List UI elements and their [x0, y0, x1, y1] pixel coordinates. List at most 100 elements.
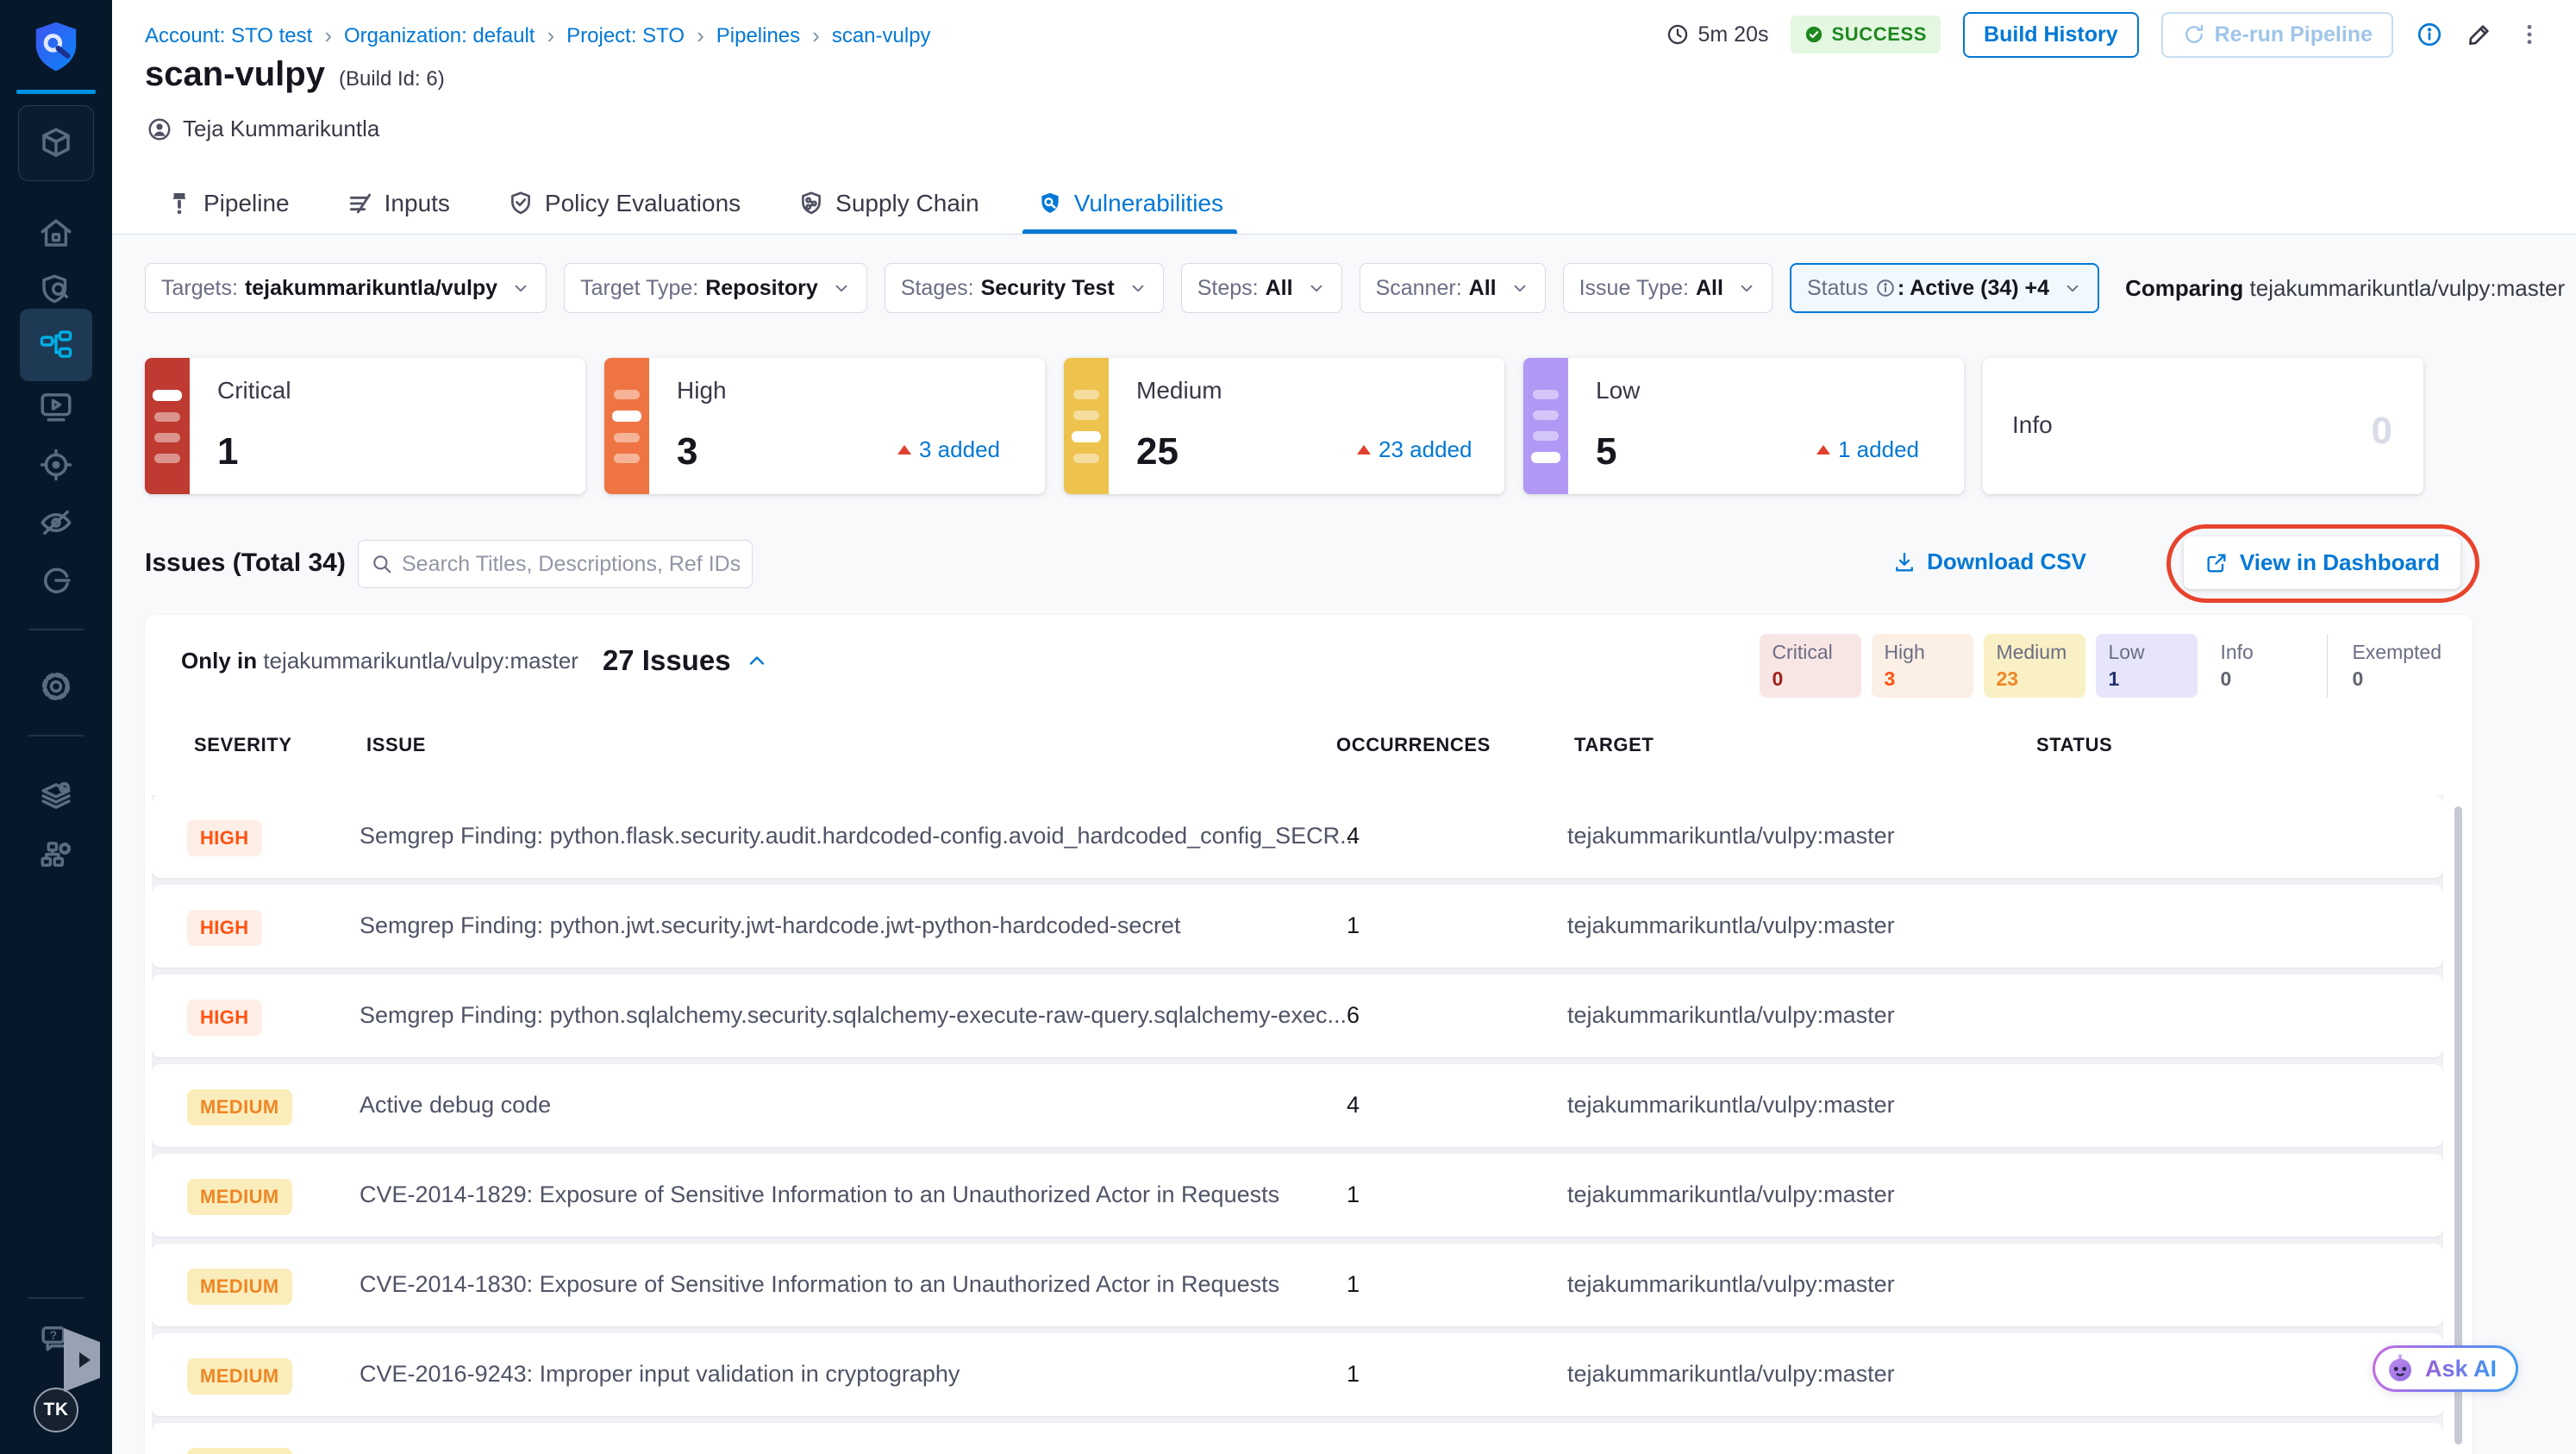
- group-count: 27 Issues: [602, 644, 731, 676]
- tab-icon: [797, 190, 825, 217]
- issues-toolbar: Issues (Total 34) Download CSV View in D…: [145, 524, 2543, 603]
- filter-target-type[interactable]: Target Type: Repository: [564, 263, 867, 313]
- severity-level-icon: [1523, 358, 1568, 494]
- occurrences-value: 1: [1347, 1181, 1360, 1207]
- download-csv-button[interactable]: Download CSV: [1892, 548, 2086, 575]
- tab-inputs[interactable]: Inputs: [343, 173, 453, 234]
- severity-badge: HIGH: [187, 1000, 262, 1036]
- info-icon: [1875, 278, 1896, 298]
- filter-steps[interactable]: Steps: All: [1180, 263, 1342, 313]
- card-high[interactable]: High 3 3 added: [604, 358, 1045, 494]
- chevron-down-icon: [1310, 285, 1322, 292]
- chip-exempted[interactable]: Exempted 0: [2327, 634, 2454, 698]
- card-low[interactable]: Low 5 1 added: [1523, 358, 1964, 494]
- chevron-down-icon: [835, 285, 847, 292]
- tab-supply-chain[interactable]: Supply Chain: [794, 173, 983, 234]
- table-row[interactable]: HIGH Semgrep Finding: python.flask.secur…: [152, 795, 2443, 878]
- clock-icon: [1667, 24, 1687, 45]
- table-row[interactable]: HIGH Semgrep Finding: python.jwt.securit…: [152, 885, 2443, 968]
- view-in-dashboard-button[interactable]: View in Dashboard: [2183, 536, 2460, 589]
- chevron-up-icon[interactable]: [745, 649, 769, 673]
- discovery-icon: [38, 562, 74, 599]
- info-icon[interactable]: [2416, 21, 2443, 48]
- breadcrumb-item[interactable]: Pipelines ›: [716, 22, 832, 49]
- sidebar-item-pipelines[interactable]: [20, 309, 92, 381]
- page-title: scan-vulpy: [145, 55, 325, 93]
- target-value: tejakummarikuntla/vulpy:master: [1567, 912, 1895, 938]
- target-value: tejakummarikuntla/vulpy:master: [1567, 1002, 1895, 1028]
- sidebar-item-executions[interactable]: [19, 382, 93, 430]
- severity-badge: MEDIUM: [187, 1089, 292, 1125]
- sidebar-item-settings[interactable]: [19, 662, 93, 711]
- filter-issue-type[interactable]: Issue Type: All: [1562, 263, 1773, 313]
- table-row[interactable]: MEDIUM CVE-2016-9243: Improper input val…: [152, 1333, 2443, 1416]
- breadcrumb-item[interactable]: Organization: default ›: [344, 22, 566, 49]
- filter-status[interactable]: Status : Active (34) +4: [1789, 263, 2100, 313]
- chip-info[interactable]: Info 0: [2208, 634, 2310, 698]
- overview-shield-search-icon: [38, 272, 74, 308]
- filter-scanner[interactable]: Scanner: All: [1359, 263, 1546, 313]
- breadcrumb-item[interactable]: Account: STO test ›: [145, 22, 344, 49]
- sidebar-item-default-settings[interactable]: [19, 772, 93, 820]
- group-label: Only in tejakummarikuntla/vulpy:master: [181, 647, 578, 674]
- tab-icon: [1036, 190, 1064, 217]
- pipelines-icon: [38, 327, 74, 363]
- table-row[interactable]: MEDIUM: [152, 1423, 2443, 1454]
- chip-high[interactable]: High 3: [1872, 634, 1974, 698]
- sidebar-item-home[interactable]: [19, 209, 93, 257]
- tab-pipeline[interactable]: Pipeline: [162, 173, 293, 234]
- build-history-button[interactable]: Build History: [1963, 11, 2139, 58]
- sidebar-item-discovery[interactable]: [19, 556, 93, 605]
- card-info[interactable]: Info 0: [1983, 358, 2423, 494]
- severity-badge: MEDIUM: [187, 1179, 292, 1215]
- occurrences-value: 1: [1347, 1361, 1360, 1387]
- header-actions: 5m 20s SUCCESS Build History Re-run Pipe…: [1666, 10, 2544, 59]
- filter-stages[interactable]: Stages: Security Test: [884, 263, 1164, 313]
- sidebar-item-org-settings[interactable]: [19, 830, 93, 879]
- column-severity: SEVERITY: [194, 734, 292, 755]
- chevron-right-icon: ›: [812, 22, 820, 48]
- executions-icon: [38, 388, 74, 424]
- breadcrumb-item[interactable]: scan-vulpy›: [832, 24, 931, 48]
- severity-badge: MEDIUM: [187, 1448, 292, 1454]
- sidebar-item-targets[interactable]: [19, 441, 93, 489]
- chip-critical[interactable]: Critical 0: [1760, 634, 1862, 698]
- column-issue: ISSUE: [366, 734, 427, 755]
- kebab-menu-icon[interactable]: [2516, 21, 2543, 48]
- chip-low[interactable]: Low 1: [2096, 634, 2198, 698]
- target-value: tejakummarikuntla/vulpy:master: [1567, 1271, 1895, 1297]
- tab-icon: [507, 190, 535, 217]
- added-count: 3 added: [897, 436, 1000, 463]
- issue-title: Active debug code: [360, 1092, 552, 1118]
- user-avatar[interactable]: TK: [34, 1388, 78, 1432]
- tab-vulnerabilities[interactable]: Vulnerabilities: [1022, 173, 1238, 234]
- breadcrumb-item[interactable]: Project: STO ›: [566, 22, 716, 49]
- table-row[interactable]: MEDIUM CVE-2014-1829: Exposure of Sensit…: [152, 1154, 2443, 1237]
- tab-policy-evaluations[interactable]: Policy Evaluations: [503, 173, 744, 234]
- main-content: Account: STO test › Organization: default ›…: [112, 0, 2576, 1454]
- ask-ai-button[interactable]: Ask AI: [2373, 1345, 2518, 1392]
- chip-medium[interactable]: Medium 23: [1984, 634, 2086, 698]
- check-circle-icon: [1806, 26, 1823, 43]
- rerun-pipeline-button[interactable]: Re-run Pipeline: [2160, 11, 2393, 58]
- table-row[interactable]: HIGH Semgrep Finding: python.sqlalchemy.…: [152, 975, 2443, 1057]
- sidebar-item-exemptions[interactable]: [19, 498, 93, 547]
- card-medium[interactable]: Medium 25 23 added: [1064, 358, 1504, 494]
- target-value: tejakummarikuntla/vulpy:master: [1567, 1181, 1895, 1207]
- card-critical[interactable]: Critical 1: [145, 358, 585, 494]
- expand-arrow-icon: [78, 1352, 91, 1368]
- target-value: tejakummarikuntla/vulpy:master: [1567, 823, 1895, 849]
- sidebar: ? TK: [0, 0, 112, 1454]
- occurrences-value: 6: [1347, 1002, 1360, 1028]
- filter-targets[interactable]: Targets: tejakummarikuntla/vulpy: [145, 263, 547, 313]
- table-row[interactable]: MEDIUM Active debug code 4 tejakummariku…: [152, 1064, 2443, 1147]
- edit-pencil-icon[interactable]: [2466, 21, 2493, 48]
- search-input[interactable]: [402, 551, 740, 577]
- severity-summary-cards: Critical 1 High 3 3 added Medium 25 23 a…: [145, 358, 2423, 494]
- layers-settings-icon: [38, 778, 74, 814]
- settings-gear-icon: [38, 668, 74, 705]
- table-row[interactable]: MEDIUM CVE-2014-1830: Exposure of Sensit…: [152, 1244, 2443, 1326]
- comparing-text: Comparing tejakummarikuntla/vulpy:master…: [2125, 274, 2566, 301]
- module-selector-button[interactable]: [18, 105, 94, 181]
- sidebar-item-overview[interactable]: [19, 266, 93, 314]
